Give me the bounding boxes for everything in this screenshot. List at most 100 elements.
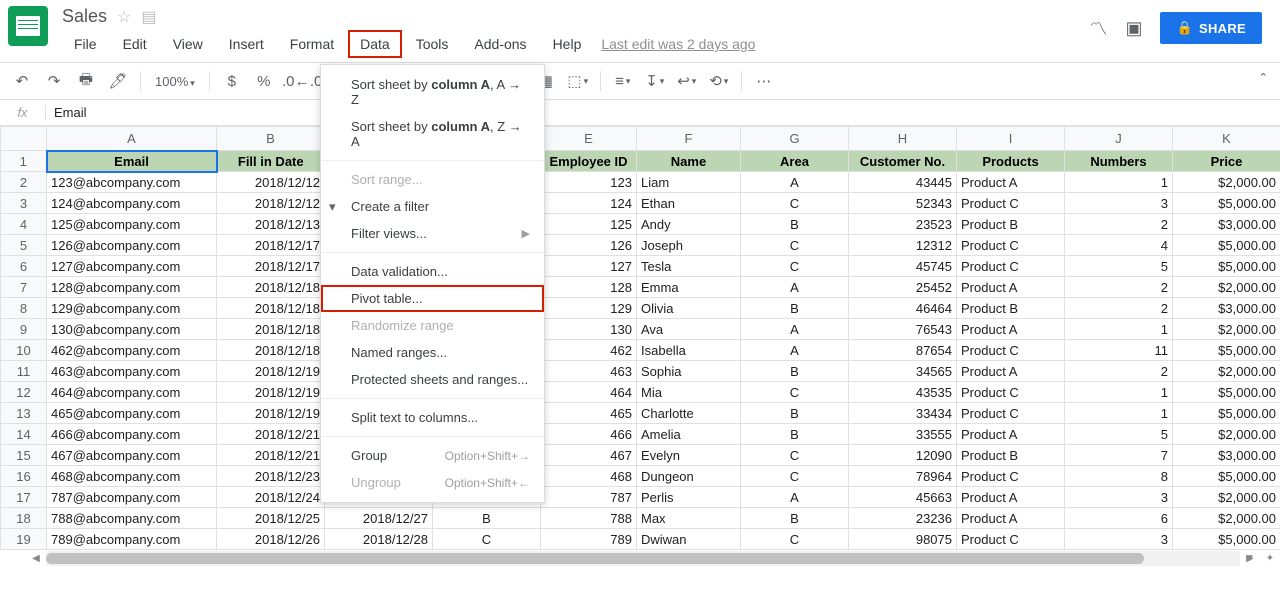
cell[interactable]: 43535 — [849, 382, 957, 403]
cell[interactable]: Product C — [957, 235, 1065, 256]
cell[interactable]: B — [741, 214, 849, 235]
cell[interactable]: C — [741, 193, 849, 214]
col-header[interactable]: B — [217, 127, 325, 151]
cell[interactable]: $5,000.00 — [1173, 256, 1280, 277]
cell[interactable]: 465@abcompany.com — [47, 403, 217, 424]
cell[interactable]: B — [741, 403, 849, 424]
cell[interactable]: C — [433, 529, 541, 550]
move-folder-icon[interactable]: ▤ — [141, 7, 156, 27]
cell[interactable]: 6 — [1065, 508, 1173, 529]
col-header[interactable]: G — [741, 127, 849, 151]
cell[interactable]: 4 — [1065, 235, 1173, 256]
cell[interactable]: $2,000.00 — [1173, 361, 1280, 382]
redo-button[interactable]: ↷ — [40, 67, 68, 95]
cell[interactable]: 43445 — [849, 172, 957, 193]
cell[interactable]: Product A — [957, 172, 1065, 193]
cell[interactable]: 1 — [1065, 172, 1173, 193]
row-header[interactable]: 9 — [1, 319, 47, 340]
cell[interactable]: 2018/12/13 — [217, 214, 325, 235]
menu-item[interactable]: Split text to columns... — [321, 404, 544, 431]
col-header[interactable]: H — [849, 127, 957, 151]
row-header[interactable]: 19 — [1, 529, 47, 550]
row-header[interactable]: 8 — [1, 298, 47, 319]
cell[interactable]: Liam — [637, 172, 741, 193]
menu-item[interactable]: Pivot table... — [321, 285, 544, 312]
cell[interactable]: C — [741, 466, 849, 487]
rotate-button[interactable]: ⟲▾ — [705, 67, 733, 95]
cell[interactable]: 11 — [1065, 340, 1173, 361]
cell[interactable]: Emma — [637, 277, 741, 298]
cell[interactable]: 7 — [1065, 445, 1173, 466]
wrap-button[interactable]: ↩▾ — [673, 67, 701, 95]
cell[interactable]: $2,000.00 — [1173, 319, 1280, 340]
menu-item[interactable]: GroupOption+Shift+→ — [321, 442, 544, 469]
cell[interactable]: 787 — [541, 487, 637, 508]
menu-file[interactable]: File — [62, 30, 109, 58]
cell[interactable]: Sophia — [637, 361, 741, 382]
cell[interactable]: 25452 — [849, 277, 957, 298]
cell[interactable]: Product A — [957, 508, 1065, 529]
cell[interactable]: 463@abcompany.com — [47, 361, 217, 382]
cell[interactable]: 467 — [541, 445, 637, 466]
cell[interactable]: Dwiwan — [637, 529, 741, 550]
cell[interactable]: 3 — [1065, 193, 1173, 214]
cell[interactable]: 33555 — [849, 424, 957, 445]
cell[interactable]: 3 — [1065, 487, 1173, 508]
cell[interactable]: Max — [637, 508, 741, 529]
cell[interactable]: 465 — [541, 403, 637, 424]
row-header[interactable]: 4 — [1, 214, 47, 235]
header-cell[interactable]: Numbers — [1065, 151, 1173, 172]
cell[interactable]: Product C — [957, 466, 1065, 487]
cell[interactable]: Product B — [957, 445, 1065, 466]
menu-tools[interactable]: Tools — [404, 30, 461, 58]
cell[interactable]: Mia — [637, 382, 741, 403]
cell[interactable]: C — [741, 235, 849, 256]
cell[interactable]: 2018/12/17 — [217, 256, 325, 277]
cell[interactable]: 12090 — [849, 445, 957, 466]
cell[interactable]: 1 — [1065, 382, 1173, 403]
cell[interactable]: $2,000.00 — [1173, 487, 1280, 508]
cell[interactable]: 12312 — [849, 235, 957, 256]
merge-button[interactable]: ⬚▾ — [564, 67, 592, 95]
row-header[interactable]: 16 — [1, 466, 47, 487]
cell[interactable]: B — [433, 508, 541, 529]
more-button[interactable]: ⋯ — [750, 67, 778, 95]
cell[interactable]: 467@abcompany.com — [47, 445, 217, 466]
cell[interactable]: 788 — [541, 508, 637, 529]
cell[interactable]: 130 — [541, 319, 637, 340]
row-header[interactable]: 13 — [1, 403, 47, 424]
menu-insert[interactable]: Insert — [217, 30, 276, 58]
row-header[interactable]: 5 — [1, 235, 47, 256]
row-header[interactable]: 3 — [1, 193, 47, 214]
cell[interactable]: 2 — [1065, 361, 1173, 382]
header-cell[interactable]: Fill in Date — [217, 151, 325, 172]
cell[interactable]: 463 — [541, 361, 637, 382]
cell[interactable]: 2018/12/27 — [325, 508, 433, 529]
menu-item[interactable]: Named ranges... — [321, 339, 544, 366]
share-button[interactable]: 🔒 SHARE — [1160, 12, 1262, 44]
cell[interactable]: B — [741, 298, 849, 319]
cell[interactable]: 45745 — [849, 256, 957, 277]
cell[interactable]: $2,000.00 — [1173, 172, 1280, 193]
row-header[interactable]: 7 — [1, 277, 47, 298]
cell[interactable]: A — [741, 319, 849, 340]
cell[interactable]: 98075 — [849, 529, 957, 550]
cell[interactable]: 2 — [1065, 277, 1173, 298]
cell[interactable]: $5,000.00 — [1173, 466, 1280, 487]
cell[interactable]: 124@abcompany.com — [47, 193, 217, 214]
cell[interactable]: 2018/12/12 — [217, 172, 325, 193]
cell[interactable]: 126 — [541, 235, 637, 256]
row-header[interactable]: 14 — [1, 424, 47, 445]
cell[interactable]: 127@abcompany.com — [47, 256, 217, 277]
cell[interactable]: Ethan — [637, 193, 741, 214]
cell[interactable]: B — [741, 508, 849, 529]
menu-item[interactable]: Sort sheet by column A, Z → A — [321, 113, 544, 155]
cell[interactable]: 124 — [541, 193, 637, 214]
col-header[interactable]: K — [1173, 127, 1280, 151]
row-header[interactable]: 15 — [1, 445, 47, 466]
cell[interactable]: 125@abcompany.com — [47, 214, 217, 235]
cell[interactable]: 8 — [1065, 466, 1173, 487]
print-button[interactable]: 🖶 — [72, 67, 100, 95]
cell[interactable]: Andy — [637, 214, 741, 235]
cell[interactable]: Tesla — [637, 256, 741, 277]
